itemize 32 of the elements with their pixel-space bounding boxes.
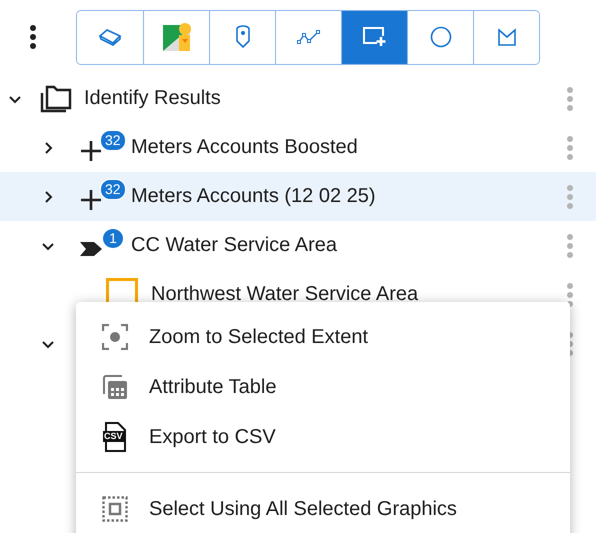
rectangle-add-icon [362,27,386,47]
circle-icon [430,26,452,48]
count-badge: 1 [102,228,124,248]
tool-button[interactable] [341,10,407,64]
polyline-icon [296,29,320,45]
street-view-icon [162,22,192,52]
csv-file-icon: CSV [102,422,128,452]
plus-icon [80,140,102,162]
layer-name[interactable]: Identify Results [84,87,221,110]
menu-item[interactable]: CSV Export to CSV [76,412,570,462]
layer-name[interactable]: Meters Accounts (12 02 25) [131,185,376,208]
menu-item[interactable]: Attribute Table [76,362,570,412]
more-options-icon[interactable] [566,233,574,259]
polygon-icon [498,28,516,46]
menu-item[interactable]: Zoom to Selected Extent [76,312,570,362]
table-icon [102,374,128,400]
more-options-icon[interactable] [566,135,574,161]
count-badge: 32 [100,130,126,150]
zoom-extent-icon [102,324,128,350]
more-options-icon[interactable] [566,86,574,112]
plus-icon [80,188,102,210]
menu-icon[interactable] [28,25,38,49]
square-symbol-icon [106,278,138,304]
layer-name[interactable]: Meters Accounts Boosted [131,136,358,159]
folder-icon [40,84,72,112]
layer-name[interactable]: CC Water Service Area [131,234,337,257]
layer-name[interactable]: Northwest Water Service Area [151,283,418,306]
eraser-icon [98,27,122,47]
tool-button[interactable] [473,10,539,64]
dotted-select-icon [102,496,128,522]
pin-icon [234,25,250,49]
menu-item[interactable]: Select Using All Selected Graphics [76,484,570,533]
